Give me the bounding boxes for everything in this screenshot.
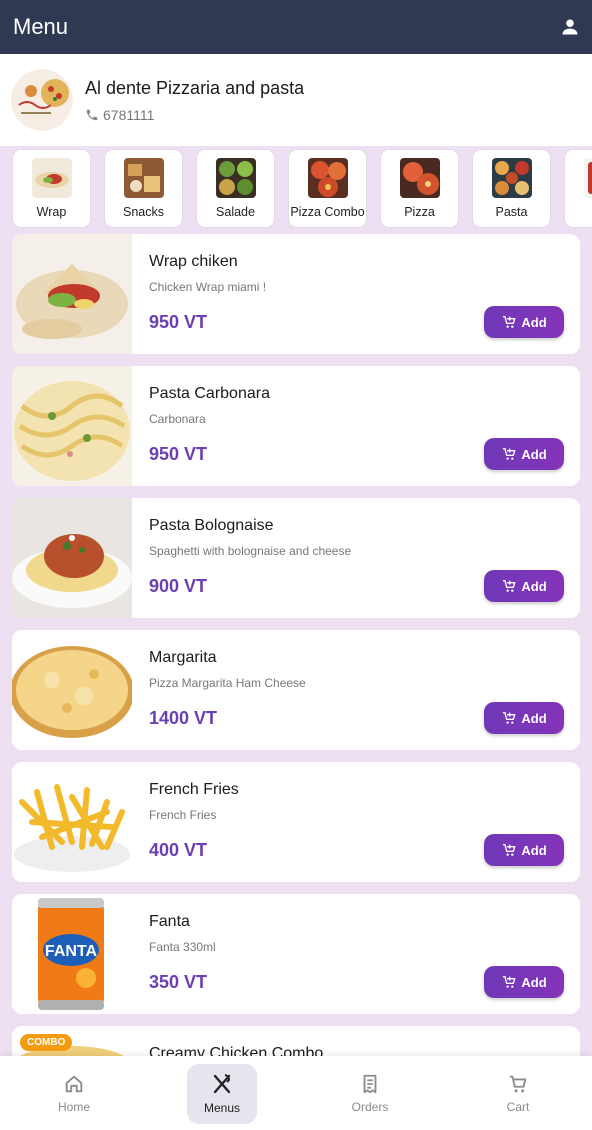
item-name: Pasta Bolognaise: [149, 517, 274, 534]
phone-icon: [86, 109, 98, 120]
add-cart-icon: [503, 316, 516, 328]
menu-item-card[interactable]: French Fries French Fries 400 VT Add: [12, 762, 580, 882]
item-image: [12, 498, 132, 618]
receipt-icon: [363, 1074, 377, 1093]
item-description: Fanta 330ml: [149, 940, 216, 954]
nav-label: Cart: [506, 1099, 530, 1114]
category-label: Pizza Combo: [290, 204, 365, 219]
add-cart-icon: [503, 580, 516, 592]
category-label: Salade: [216, 204, 255, 219]
item-name: Wrap chiken: [149, 253, 238, 270]
item-image: [12, 762, 132, 882]
add-cart-icon: [503, 976, 516, 988]
nav-menus[interactable]: Menus: [148, 1056, 296, 1130]
nav-home[interactable]: Home: [0, 1056, 148, 1130]
category-image: [399, 157, 440, 198]
menu-item-card[interactable]: Pasta Bolognaise Spaghetti with bolognai…: [12, 498, 580, 618]
restaurant-header: Al dente Pizzaria and pasta 6781111: [0, 54, 592, 146]
account-icon[interactable]: [558, 15, 582, 39]
add-cart-icon: [503, 448, 516, 460]
app-bar: Menu: [0, 0, 592, 54]
category-label: Pizza: [404, 204, 435, 219]
add-to-cart-button[interactable]: Add: [484, 570, 564, 602]
add-to-cart-button[interactable]: Add: [484, 438, 564, 470]
add-label: Add: [521, 974, 547, 990]
add-to-cart-button[interactable]: Add: [484, 306, 564, 338]
add-label: Add: [521, 446, 547, 462]
item-description: Pizza Margarita Ham Cheese: [149, 676, 306, 690]
add-label: Add: [521, 314, 547, 330]
item-description: Chicken Wrap miami !: [149, 280, 267, 294]
category-image: [583, 157, 592, 198]
category-image: [215, 157, 256, 198]
cart-icon: [509, 1075, 527, 1092]
add-to-cart-button[interactable]: Add: [484, 834, 564, 866]
item-price: 1400 VT: [149, 708, 218, 728]
item-description: Carbonara: [149, 412, 206, 426]
item-name: Margarita: [149, 649, 217, 666]
category-label: Pasta: [495, 204, 528, 219]
category-image: [307, 157, 348, 198]
add-label: Add: [521, 842, 547, 858]
item-price: 900 VT: [149, 576, 208, 596]
add-cart-icon: [503, 712, 516, 724]
category-label: Snacks: [123, 204, 164, 219]
item-image: [12, 234, 132, 354]
restaurant-name: Al dente Pizzaria and pasta: [85, 77, 305, 98]
item-name: Pasta Carbonara: [149, 385, 270, 402]
menu-item-card[interactable]: Pasta Carbonara Carbonara 950 VT Add: [12, 366, 580, 486]
utensils-icon: [213, 1073, 231, 1093]
restaurant-phone[interactable]: 6781111: [85, 107, 304, 123]
restaurant-logo: [11, 69, 73, 131]
category-pasta[interactable]: Pasta: [472, 148, 551, 228]
nav-label: Home: [57, 1099, 90, 1114]
nav-label: Menus: [203, 1100, 241, 1115]
category-pizza[interactable]: Pizza: [380, 148, 459, 228]
item-image: [12, 366, 132, 486]
home-icon: [65, 1075, 83, 1092]
item-price: 950 VT: [149, 312, 208, 332]
menu-item-card[interactable]: Wrap chiken Chicken Wrap miami ! 950 VT …: [12, 234, 580, 354]
menu-item-list: Wrap chiken Chicken Wrap miami ! 950 VT …: [12, 234, 580, 1130]
category-image: [491, 157, 532, 198]
item-image: [12, 630, 134, 750]
combo-badge: COMBO: [20, 1034, 73, 1051]
phone-number: 6781111: [103, 106, 155, 123]
add-cart-icon: [503, 844, 516, 856]
category-snacks[interactable]: Snacks: [104, 148, 183, 228]
add-label: Add: [521, 578, 547, 594]
category-pizza-combo[interactable]: Pizza Combo: [288, 148, 367, 228]
category-beverages[interactable]: Be: [564, 148, 592, 228]
menu-item-card[interactable]: Margarita Pizza Margarita Ham Cheese 140…: [12, 630, 580, 750]
nav-cart[interactable]: Cart: [444, 1056, 592, 1130]
category-image: [31, 157, 72, 198]
item-image: FANTA: [12, 894, 132, 1014]
add-label: Add: [521, 710, 547, 726]
category-image: [123, 157, 164, 198]
bottom-navigation: Home Menus Orders Cart: [0, 1056, 592, 1130]
category-bar: Wrap Snacks Salade Pizza Combo Pizza Pas…: [0, 146, 592, 230]
item-name: Fanta: [149, 913, 190, 930]
menu-item-card[interactable]: FANTA Fanta Fanta 330ml 350 VT Add: [12, 894, 580, 1014]
category-salade[interactable]: Salade: [196, 148, 275, 228]
nav-orders[interactable]: Orders: [296, 1056, 444, 1130]
item-name: French Fries: [149, 781, 239, 798]
item-description: Spaghetti with bolognaise and cheese: [149, 544, 352, 558]
item-price: 950 VT: [149, 444, 208, 464]
page-title: Menu: [13, 14, 69, 39]
add-to-cart-button[interactable]: Add: [484, 702, 564, 734]
item-price: 400 VT: [149, 840, 208, 860]
svg-text:FANTA: FANTA: [45, 943, 98, 960]
add-to-cart-button[interactable]: Add: [484, 966, 564, 998]
nav-label: Orders: [351, 1099, 389, 1114]
item-price: 350 VT: [149, 972, 208, 992]
category-label: Wrap: [36, 204, 67, 219]
item-description: French Fries: [149, 808, 217, 822]
category-wrap[interactable]: Wrap: [12, 148, 91, 228]
